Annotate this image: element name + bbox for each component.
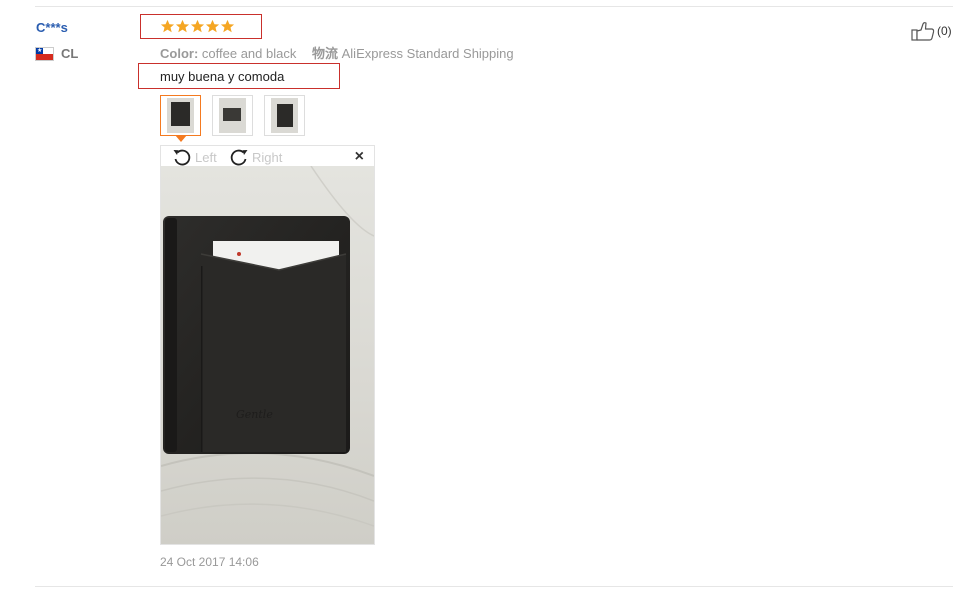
- star-icon: [190, 19, 205, 33]
- star-rating: [160, 19, 235, 34]
- thumbnail-photo-1[interactable]: [160, 95, 201, 136]
- helpful-button[interactable]: (0): [911, 21, 952, 41]
- rotate-right-icon: [230, 149, 248, 166]
- rating-highlight-box: [140, 14, 262, 39]
- photo-viewer: Left Right × Gentle: [160, 145, 375, 545]
- photo-thumbnails: [160, 95, 305, 136]
- rotate-left-label: Left: [195, 149, 217, 165]
- wallet-photo-image: Gentle: [161, 166, 374, 544]
- color-label: Color:: [160, 46, 199, 61]
- thumbnail-photo-3[interactable]: [264, 95, 305, 136]
- svg-text:Gentle: Gentle: [236, 408, 273, 421]
- review-text-highlight-box: muy buena y comoda: [138, 63, 340, 89]
- rotate-left-button[interactable]: Left: [171, 147, 217, 167]
- divider-top: [35, 6, 953, 7]
- country-code: CL: [61, 46, 79, 61]
- reviewer-country: ★ CL: [35, 46, 78, 61]
- review-photo: Gentle: [161, 166, 374, 544]
- reviewer-name[interactable]: C***s: [36, 20, 68, 35]
- star-icon: [220, 19, 235, 33]
- shipping-value: AliExpress Standard Shipping: [341, 46, 514, 61]
- thumbnail-photo-2[interactable]: [212, 95, 253, 136]
- rotate-left-icon: [173, 149, 191, 166]
- star-icon: [205, 19, 220, 33]
- thumbs-up-icon: [911, 22, 935, 41]
- helpful-count: (0): [937, 24, 952, 38]
- star-icon: [175, 19, 190, 33]
- review-date: 24 Oct 2017 14:06: [160, 555, 259, 569]
- rotate-right-button[interactable]: Right: [228, 147, 282, 167]
- close-icon[interactable]: ×: [355, 149, 364, 165]
- viewer-toolbar: Left Right ×: [161, 146, 374, 166]
- divider-bottom: [35, 586, 953, 587]
- review-attributes: Color: coffee and black 物流 AliExpress St…: [160, 43, 514, 62]
- chile-flag-icon: ★: [35, 46, 54, 61]
- shipping-label: 物流: [311, 46, 338, 61]
- color-value: coffee and black: [201, 46, 297, 61]
- active-thumbnail-pointer: [175, 135, 187, 142]
- star-icon: [160, 19, 175, 33]
- review-text: muy buena y comoda: [160, 69, 285, 84]
- rotate-right-label: Right: [252, 149, 283, 165]
